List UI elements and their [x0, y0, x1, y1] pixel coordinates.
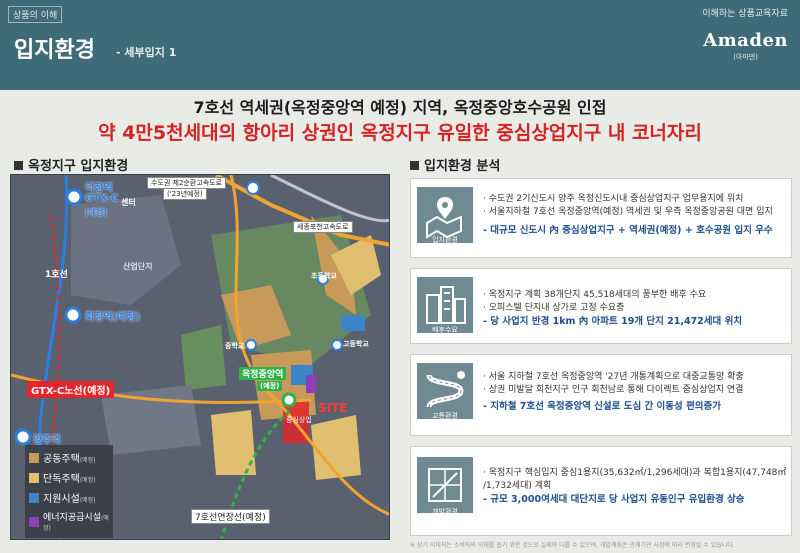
blueprint-icon: [417, 457, 473, 513]
map-label-industrial: 산업단지: [123, 262, 153, 271]
map-label-center: 센터: [121, 198, 136, 207]
analysis-panel-demand: 배후수요 · 옥정지구 계획 38개단지 45,518세대의 풍부한 배후 수요…: [410, 268, 792, 344]
square-bullet-icon: [14, 161, 23, 170]
map-label-yangju: 양주역: [33, 435, 61, 446]
map-label-hoejeong: 회정역(예정): [85, 312, 141, 323]
left-section-title: 옥정지구 입지환경: [14, 155, 128, 174]
logo-wordmark: Amaden: [703, 30, 788, 51]
map-label-highway-year: ('23년예정): [163, 188, 207, 200]
legend-swatch: [29, 452, 39, 463]
map-label-school1: 초등학교: [311, 272, 337, 280]
panel-line: /1,732세대) 계획: [483, 481, 552, 491]
brand-logo: Amaden (아마덴): [703, 30, 788, 62]
legend-item: 에너지공급시설(예정): [29, 510, 109, 533]
legend-swatch: [29, 492, 39, 503]
map-label-line1: 1호선: [45, 270, 68, 280]
square-bullet-icon: [410, 161, 419, 170]
panel-highlight: - 대규모 신도시 內 중심상업지구 + 역세권(예정) + 호수공원 입지 우…: [483, 225, 773, 236]
map-label-gtx-c-plan: (예정): [85, 208, 108, 217]
map-label-gtx-line: GTX-C노선(예정): [27, 381, 115, 398]
map-label-deokjeong: 덕정역: [85, 183, 113, 194]
legend-label: 에너지공급시설: [43, 513, 101, 523]
headline-primary: 7호선 역세권(옥정중앙역 예정) 지역, 옥정중앙호수공원 인접: [193, 98, 607, 117]
logo-korean: (아마덴): [733, 53, 758, 61]
legend-item: 공동주택(예정): [29, 450, 109, 465]
panel-line: · 서울 지하철 7호선 옥정중앙역 '27년 개통계획으로 대중교통망 확충: [483, 372, 744, 382]
location-map: 덕정역 GTX-C (예정) 센터 1호선 회정역(예정) GTX-C노선(예정…: [10, 174, 390, 540]
legend-tag: (예정): [79, 497, 96, 504]
map-label-gtx-c: GTX-C: [85, 193, 119, 204]
panel-highlight: - 당 사업지 반경 1km 內 아파트 19개 단지 21,472세대 위치: [483, 316, 743, 327]
left-section-title-text: 옥정지구 입지환경: [28, 159, 129, 174]
map-label-line7-ext: 7호선연장선(예정): [191, 509, 270, 524]
section-tag: 상품의 이해: [8, 6, 63, 23]
map-label-site: SITE: [318, 401, 348, 415]
panel-line: · 옥정지구 핵심입지 중심1용지(35,632㎡/1,296세대)과 복합1용…: [483, 468, 787, 478]
analysis-panel-development: 개발환경 · 옥정지구 핵심입지 중심1용지(35,632㎡/1,296세대)과…: [410, 446, 792, 536]
panel-caption: 배후수요: [432, 326, 458, 334]
header-banner: 상품의 이해 이해하는 상품교육자료 입지환경 - 세부입지 1 Amaden …: [0, 0, 800, 90]
panel-line: · 서울지하철 7호선 옥정중앙역(예정) 역세권 및 우측 옥정중앙공원 대면…: [483, 207, 773, 217]
panel-highlight: - 규모 3,000여세대 대단지로 당 사업지 유동인구 유입환경 상승: [483, 494, 745, 505]
map-label-school2: 중학교: [225, 342, 245, 350]
legend-swatch: [29, 516, 39, 527]
page-subtitle: - 세부입지 1: [116, 46, 177, 59]
map-label-sejong-highway: 세종포천고속도로: [293, 221, 353, 233]
map-label-okjeong-station: 옥정중앙역: [239, 367, 287, 380]
panel-line: · 수도권 2기신도시 양주 옥정신도시내 중심상업지구 업무용지에 위치: [483, 194, 744, 204]
panel-caption: 개발환경: [432, 508, 458, 516]
legend-swatch: [29, 472, 39, 483]
panel-highlight: - 지하철 7호선 옥정중앙역 신설로 도심 간 이동성 편의증가: [483, 401, 722, 412]
map-label-central-commercial: 중심상업: [286, 416, 312, 424]
panel-line: · 옥정지구 계획 38개단지 45,518세대의 풍부한 배후 수요: [483, 290, 707, 300]
map-label-highschool: 고등학교: [343, 340, 369, 348]
legend-label: 단독주택: [43, 474, 80, 485]
map-legend: 공동주택(예정) 단독주택(예정) 지원시설(예정) 에너지공급시설(예정): [25, 445, 113, 538]
panel-caption: 교통환경: [432, 412, 458, 420]
panel-line: · 상권 미발달 회천지구 인구 회천남로 통해 다이렉트 중심상업지 연결: [483, 385, 744, 395]
legend-item: 단독주택(예정): [29, 470, 109, 485]
map-label-okjeong-plan: (예정): [257, 381, 283, 391]
legend-tag: (예정): [79, 457, 96, 464]
analysis-panel-transport: 교통환경 · 서울 지하철 7호선 옥정중앙역 '27년 개통계획으로 대중교통…: [410, 354, 792, 436]
legend-label: 지원시설: [43, 494, 80, 505]
right-section-title: 입지환경 분석: [410, 155, 500, 174]
right-section-title-text: 입지환경 분석: [424, 159, 501, 174]
analysis-panel-location: 입지환경 · 수도권 2기신도시 양주 옥정신도시내 중심상업지구 업무용지에 …: [410, 178, 792, 258]
legend-tag: (예정): [79, 477, 96, 484]
panel-line: · 오피스텔 단지내 상가로 고정 수요층: [483, 303, 625, 313]
legend-item: 지원시설(예정): [29, 490, 109, 505]
panel-caption: 입지환경: [432, 236, 458, 244]
page-title: 입지환경: [14, 38, 95, 63]
header-note: 이해하는 상품교육자료: [702, 9, 788, 19]
disclaimer-footnote: ※ 상기 이미지는 소비자의 이해를 돕기 위한 것으로 실제와 다를 수 있으…: [410, 542, 735, 549]
headline-highlight: 약 4만5천세대의 항아리 상권인 옥정지구 유일한 중심상업지구 내 코너자리: [98, 122, 702, 144]
legend-label: 공동주택: [43, 454, 80, 465]
